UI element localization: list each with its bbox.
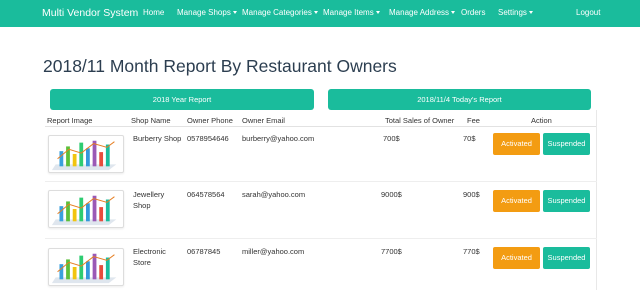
owner-email: miller@yahoo.com xyxy=(242,247,305,256)
nav-manage-address-label: Manage Address xyxy=(389,8,450,17)
chevron-down-icon xyxy=(375,11,380,14)
nav-home[interactable]: Home xyxy=(143,8,164,17)
report-chart-image xyxy=(48,190,124,228)
owner-phone: 06787845 xyxy=(187,247,221,256)
owner-phone: 0578954646 xyxy=(187,134,229,143)
chevron-down-icon xyxy=(232,11,237,14)
nav-settings-label: Settings xyxy=(498,8,527,17)
report-chart-image xyxy=(48,248,124,286)
bar-chart-icon xyxy=(51,253,117,284)
suspended-button[interactable]: Suspended xyxy=(543,247,590,269)
shop-name: Electronic Store xyxy=(133,247,166,267)
year-report-button[interactable]: 2018 Year Report xyxy=(50,89,314,110)
activated-button[interactable]: Activated xyxy=(493,133,540,155)
header-action: Action xyxy=(531,116,552,125)
suspended-button[interactable]: Suspended xyxy=(543,133,590,155)
fee: 900$ xyxy=(463,190,480,199)
report-chart-image xyxy=(48,135,124,173)
shop-name: Burberry Shop xyxy=(133,134,182,143)
row-divider xyxy=(45,238,597,239)
header-owner-email: Owner Email xyxy=(242,116,285,125)
suspended-button[interactable]: Suspended xyxy=(543,190,590,212)
row-divider xyxy=(45,181,597,182)
today-report-button[interactable]: 2018/11/4 Today's Report xyxy=(328,89,591,110)
nav-orders-label: Orders xyxy=(461,8,486,17)
header-owner-phone: Owner Phone xyxy=(187,116,233,125)
nav-settings[interactable]: Settings xyxy=(498,8,533,17)
header-report-image: Report Image xyxy=(47,116,93,125)
activated-button[interactable]: Activated xyxy=(493,190,540,212)
nav-orders[interactable]: Orders xyxy=(461,8,485,17)
nav-logout[interactable]: Logout xyxy=(576,8,600,17)
header-shop-name: Shop Name xyxy=(131,116,171,125)
header-total-sales: Total Sales of Owner xyxy=(385,116,455,125)
chevron-down-icon xyxy=(313,11,318,14)
fee: 70$ xyxy=(463,134,476,143)
nav-manage-shops-label: Manage Shops xyxy=(177,8,231,17)
table-right-border xyxy=(596,110,597,290)
owner-phone: 064578564 xyxy=(187,190,225,199)
nav-manage-categories-label: Manage Categories xyxy=(242,8,312,17)
fee: 770$ xyxy=(463,247,480,256)
bar-chart-icon xyxy=(51,140,117,171)
shop-name: Jewellery Shop xyxy=(133,190,165,210)
chevron-down-icon xyxy=(451,11,456,14)
chevron-down-icon xyxy=(528,11,533,14)
top-navbar: Multi Vendor System Home Manage Shops Ma… xyxy=(0,0,640,27)
total-sales: 700$ xyxy=(383,134,400,143)
nav-manage-address[interactable]: Manage Address xyxy=(389,8,456,17)
owner-email: burberry@yahoo.com xyxy=(242,134,315,143)
page-title: 2018/11 Month Report By Restaurant Owner… xyxy=(43,56,397,76)
total-sales: 7700$ xyxy=(381,247,402,256)
total-sales: 9000$ xyxy=(381,190,402,199)
nav-manage-items-label: Manage Items xyxy=(323,8,374,17)
nav-manage-categories[interactable]: Manage Categories xyxy=(242,8,318,17)
brand-logo[interactable]: Multi Vendor System xyxy=(42,7,138,19)
table-header-divider xyxy=(45,126,597,127)
nav-logout-label: Logout xyxy=(576,8,601,17)
nav-manage-shops[interactable]: Manage Shops xyxy=(177,8,237,17)
nav-manage-items[interactable]: Manage Items xyxy=(323,8,380,17)
owner-email: sarah@yahoo.com xyxy=(242,190,306,199)
activated-button[interactable]: Activated xyxy=(493,247,540,269)
bar-chart-icon xyxy=(51,195,117,226)
header-fee: Fee xyxy=(467,116,480,125)
nav-home-label: Home xyxy=(143,8,165,17)
